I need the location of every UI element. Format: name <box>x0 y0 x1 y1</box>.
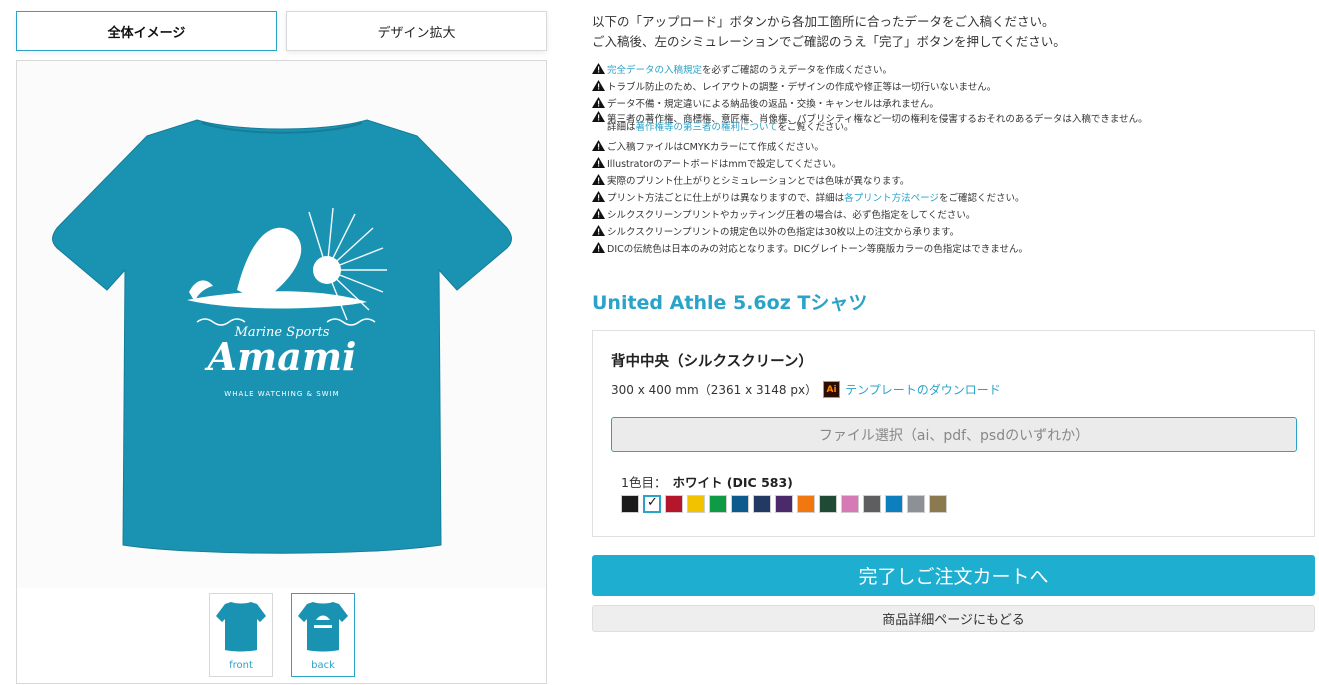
note-item: プリント方法ごとに仕上がりは異なりますので、詳細は 各プリント方法ページ をご確認く… <box>592 188 1312 205</box>
color-swatch[interactable] <box>687 495 705 513</box>
color-swatch[interactable] <box>775 495 793 513</box>
thumbnail-back-label: back <box>311 660 335 671</box>
color-swatch[interactable] <box>907 495 925 513</box>
color-swatch[interactable] <box>929 495 947 513</box>
design-text-amami: Amami <box>204 334 356 379</box>
thumbnail-front[interactable]: front <box>209 593 273 677</box>
note-text: Illustratorのアートボードはmmで設定してください。 <box>607 158 842 170</box>
note-item: DICの伝統色は日本のみの対応となります。DICグレイトーン等廃版カラーの色指定… <box>592 239 1312 256</box>
color-swatch[interactable] <box>753 495 771 513</box>
warning-icon <box>592 242 605 253</box>
print-method-link[interactable]: 各プリント方法ページ <box>844 190 939 204</box>
tshirt-front-thumb-icon <box>216 602 266 652</box>
note-item: シルクスクリーンプリントやカッティング圧着の場合は、必ず色指定をしてください。 <box>592 205 1312 222</box>
preview-frame: Marine Sports Amami WHALE WATCHING & SWI… <box>16 60 547 684</box>
color-swatch[interactable] <box>819 495 837 513</box>
selected-check-icon: ✓ <box>647 495 658 510</box>
note-text: シルクスクリーンプリントの規定色以外の色指定は30枚以上の注文から承ります。 <box>607 226 960 238</box>
note-sub-text: をご覧ください。 <box>777 122 854 133</box>
note-item: 実際のプリント仕上がりとシミュレーションとでは色味が異なります。 <box>592 171 1312 188</box>
print-location-title: 背中中央（シルクスクリーン） <box>611 354 813 370</box>
print-size-text: 300 x 400 mm（2361 x 3148 px） <box>611 383 818 397</box>
color-swatch[interactable] <box>797 495 815 513</box>
note-item: シルクスクリーンプリントの規定色以外の色指定は30枚以上の注文から承ります。 <box>592 222 1312 239</box>
color-swatch[interactable]: ✓ <box>643 495 661 513</box>
tab-full-view[interactable]: 全体イメージ <box>16 11 277 51</box>
note-item: データ不備・規定違いによる納品後の返品・交換・キャンセルは承れません。 <box>592 94 1312 111</box>
thumbnail-back[interactable]: back <box>291 593 355 677</box>
warning-icon <box>592 63 605 74</box>
color-swatches: ✓ <box>621 495 947 513</box>
color-swatch[interactable] <box>665 495 683 513</box>
tshirt-back-image: Marine Sports Amami WHALE WATCHING & SWI… <box>51 118 512 554</box>
note-text: ご入稿ファイルはCMYKカラーにて作成ください。 <box>607 141 824 153</box>
note-item: 完全データの入稿規定 を必ずご確認のうえデータを作成ください。 <box>592 60 1312 77</box>
warning-icon <box>592 191 605 202</box>
color-swatch[interactable] <box>731 495 749 513</box>
color-swatch[interactable] <box>709 495 727 513</box>
note-item: トラブル防止のため、レイアウトの調整・デザインの作成や修正等は一切行いないません… <box>592 77 1312 94</box>
warning-icon <box>592 208 605 219</box>
back-to-product-button[interactable]: 商品詳細ページにもどる <box>592 605 1315 632</box>
warning-icon <box>592 97 605 108</box>
note-text: DICの伝統色は日本のみの対応となります。DICグレイトーン等廃版カラーの色指定… <box>607 243 1029 255</box>
instruction-line-2: ご入稿後、左のシミュレーションでご確認のうえ「完了」ボタンを押してください。 <box>592 34 1066 49</box>
note-text: を必ずご確認のうえデータを作成ください。 <box>702 64 893 76</box>
tshirt-preview: Marine Sports Amami WHALE WATCHING & SWI… <box>17 61 546 588</box>
color-swatch[interactable] <box>863 495 881 513</box>
design-text-whale-watching: WHALE WATCHING & SWIM <box>224 390 339 398</box>
warning-icon <box>592 111 605 122</box>
warning-icon <box>592 174 605 185</box>
note-text: シルクスクリーンプリントやカッティング圧着の場合は、必ず色指定をしてください。 <box>607 209 976 221</box>
template-download-link[interactable]: テンプレートのダウンロード <box>845 381 1001 398</box>
ink-color-label: 1色目： ホワイト (DIC 583) <box>621 472 793 491</box>
color-swatch[interactable] <box>621 495 639 513</box>
third-party-rights-link[interactable]: 著作権等の第三者の権利について <box>636 122 778 133</box>
selected-color-name: ホワイト (DIC 583) <box>672 475 793 490</box>
note-text: プリント方法ごとに仕上がりは異なりますので、詳細は <box>607 192 845 204</box>
product-title: United Athle 5.6oz Tシャツ <box>592 292 868 314</box>
color-prefix: 1色目： <box>621 475 667 490</box>
color-swatch[interactable] <box>841 495 859 513</box>
note-item: Illustratorのアートボードはmmで設定してください。 <box>592 154 1312 171</box>
notes-list: 完全データの入稿規定 を必ずご確認のうえデータを作成ください。 トラブル防止のため… <box>592 60 1312 256</box>
note-item: ご入稿ファイルはCMYKカラーにて作成ください。 <box>592 137 1312 154</box>
note-text: データ不備・規定違いによる納品後の返品・交換・キャンセルは承れません。 <box>607 98 939 110</box>
illustrator-icon: Ai <box>823 381 841 398</box>
print-location-panel: 背中中央（シルクスクリーン） 300 x 400 mm（2361 x 3148 … <box>592 330 1315 537</box>
note-item: 第三者の著作権、商標権、意匠権、肖像権、パブリシティ権など一切の権利を侵害するお… <box>592 111 1312 137</box>
print-size-row: 300 x 400 mm（2361 x 3148 px） Ai テンプレートのダ… <box>611 381 1001 398</box>
instruction-line-1: 以下の「アップロード」ボタンから各加工箇所に合ったデータをご入稿ください。 <box>592 14 1055 29</box>
warning-icon <box>592 80 605 91</box>
note-text: トラブル防止のため、レイアウトの調整・デザインの作成や修正等は一切行いないません… <box>607 81 997 93</box>
file-select-button[interactable]: ファイル選択（ai、pdf、psdのいずれか） <box>611 417 1297 452</box>
note-sub-text: 詳細は <box>607 122 636 133</box>
color-swatch[interactable] <box>885 495 903 513</box>
note-text: 実際のプリント仕上がりとシミュレーションとでは色味が異なります。 <box>607 175 910 187</box>
warning-icon <box>592 157 605 168</box>
tshirt-back-thumb-icon <box>298 602 348 652</box>
warning-icon <box>592 225 605 236</box>
thumbnail-front-label: front <box>229 660 253 671</box>
upload-instructions: 以下の「アップロード」ボタンから各加工箇所に合ったデータをご入稿ください。 ご入… <box>592 12 1292 52</box>
tab-design-zoom[interactable]: デザイン拡大 <box>286 11 547 51</box>
data-rules-link[interactable]: 完全データの入稿規定 <box>607 62 702 76</box>
complete-order-button[interactable]: 完了しご注文カートへ <box>592 555 1315 596</box>
warning-icon <box>592 140 605 151</box>
note-text: をご確認ください。 <box>938 192 1025 204</box>
